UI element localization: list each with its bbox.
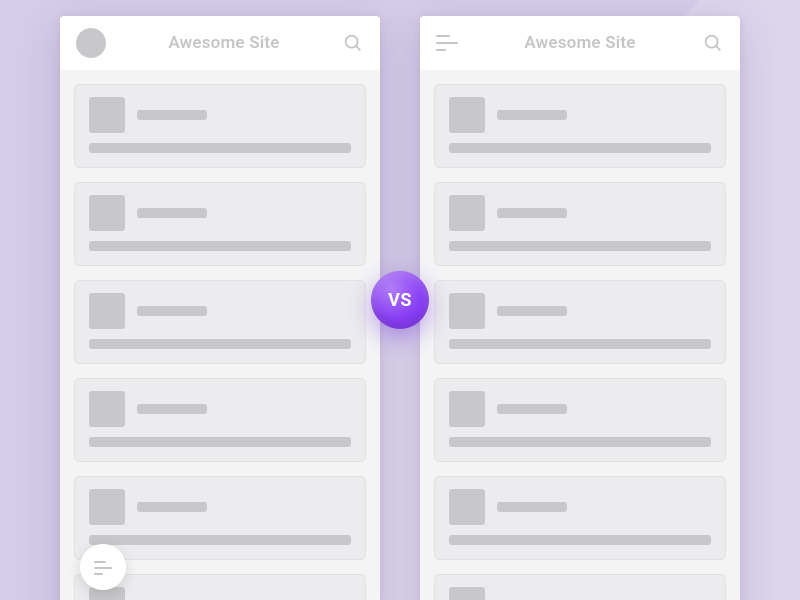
text-placeholder	[137, 306, 207, 316]
menu-fab-button[interactable]	[80, 544, 126, 590]
site-title: Awesome Site	[120, 33, 328, 53]
text-placeholder	[449, 535, 711, 545]
text-placeholder	[89, 143, 351, 153]
text-placeholder	[497, 110, 567, 120]
thumbnail-placeholder	[449, 587, 485, 600]
thumbnail-placeholder	[449, 293, 485, 329]
thumbnail-placeholder	[449, 195, 485, 231]
list-item[interactable]	[434, 574, 726, 600]
thumbnail-placeholder	[449, 489, 485, 525]
thumbnail-placeholder	[89, 391, 125, 427]
phone-mockup-right: Awesome Site	[420, 16, 740, 600]
list-item[interactable]	[434, 182, 726, 266]
text-placeholder	[89, 241, 351, 251]
text-placeholder	[449, 143, 711, 153]
list-item[interactable]	[74, 280, 366, 364]
text-placeholder	[89, 437, 351, 447]
thumbnail-placeholder	[449, 391, 485, 427]
thumbnail-placeholder	[449, 97, 485, 133]
text-placeholder	[449, 241, 711, 251]
text-placeholder	[89, 339, 351, 349]
text-placeholder	[137, 502, 207, 512]
header: Awesome Site	[60, 16, 380, 70]
thumbnail-placeholder	[89, 195, 125, 231]
header: Awesome Site	[420, 16, 740, 70]
list-item[interactable]	[434, 280, 726, 364]
text-placeholder	[137, 208, 207, 218]
vs-label: VS	[388, 290, 412, 311]
list-item[interactable]	[74, 378, 366, 462]
text-placeholder	[137, 404, 207, 414]
menu-icon[interactable]	[436, 35, 458, 51]
site-title: Awesome Site	[472, 33, 688, 53]
thumbnail-placeholder	[89, 489, 125, 525]
text-placeholder	[137, 110, 207, 120]
text-placeholder	[497, 502, 567, 512]
phone-mockup-left: Awesome Site	[60, 16, 380, 600]
feed-list	[420, 70, 740, 600]
text-placeholder	[497, 306, 567, 316]
list-item[interactable]	[434, 84, 726, 168]
avatar[interactable]	[76, 28, 106, 58]
list-item[interactable]	[434, 378, 726, 462]
list-item[interactable]	[74, 182, 366, 266]
list-item[interactable]	[434, 476, 726, 560]
text-placeholder	[497, 404, 567, 414]
text-placeholder	[89, 535, 351, 545]
thumbnail-placeholder	[89, 293, 125, 329]
search-icon[interactable]	[342, 32, 364, 54]
vs-badge: VS	[371, 271, 429, 329]
search-icon[interactable]	[702, 32, 724, 54]
text-placeholder	[449, 437, 711, 447]
list-item[interactable]	[74, 476, 366, 560]
thumbnail-placeholder	[89, 97, 125, 133]
text-placeholder	[497, 208, 567, 218]
text-placeholder	[449, 339, 711, 349]
list-item[interactable]	[74, 84, 366, 168]
menu-icon	[94, 561, 112, 574]
feed-list	[60, 70, 380, 600]
